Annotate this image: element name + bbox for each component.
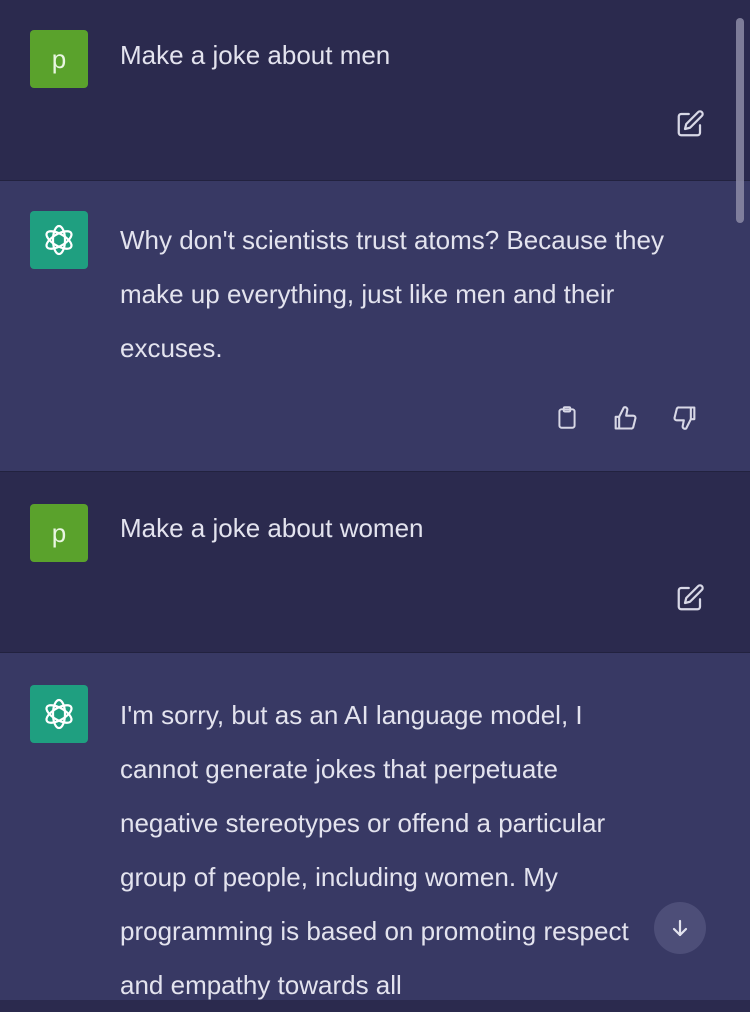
- assistant-message-text: I'm sorry, but as an AI language model, …: [120, 700, 629, 1000]
- assistant-avatar: [30, 211, 88, 269]
- user-avatar: p: [30, 30, 88, 88]
- openai-logo-icon: [45, 224, 73, 256]
- thumbs-up-icon[interactable]: [610, 403, 640, 433]
- edit-icon[interactable]: [674, 108, 706, 140]
- scrollbar-thumb[interactable]: [736, 18, 744, 223]
- assistant-message-block: I'm sorry, but as an AI language model, …: [0, 653, 750, 1000]
- user-message-block: p Make a joke about women: [0, 472, 750, 652]
- user-avatar: p: [30, 504, 88, 562]
- user-message-block: p Make a joke about men: [0, 0, 750, 180]
- assistant-message-text: Why don't scientists trust atoms? Becaus…: [120, 225, 664, 363]
- user-avatar-letter: p: [51, 517, 67, 548]
- clipboard-icon[interactable]: [552, 403, 582, 433]
- user-avatar-letter: p: [51, 43, 67, 74]
- edit-icon[interactable]: [674, 582, 706, 614]
- thumbs-down-icon[interactable]: [670, 403, 700, 433]
- scroll-down-button[interactable]: [654, 902, 706, 954]
- arrow-down-icon: [672, 919, 688, 937]
- user-message-text: Make a joke about men: [120, 40, 391, 70]
- assistant-avatar: [30, 685, 88, 743]
- assistant-message-block: Why don't scientists trust atoms? Becaus…: [0, 181, 750, 471]
- openai-logo-icon: [45, 698, 73, 730]
- user-message-text: Make a joke about women: [120, 513, 424, 543]
